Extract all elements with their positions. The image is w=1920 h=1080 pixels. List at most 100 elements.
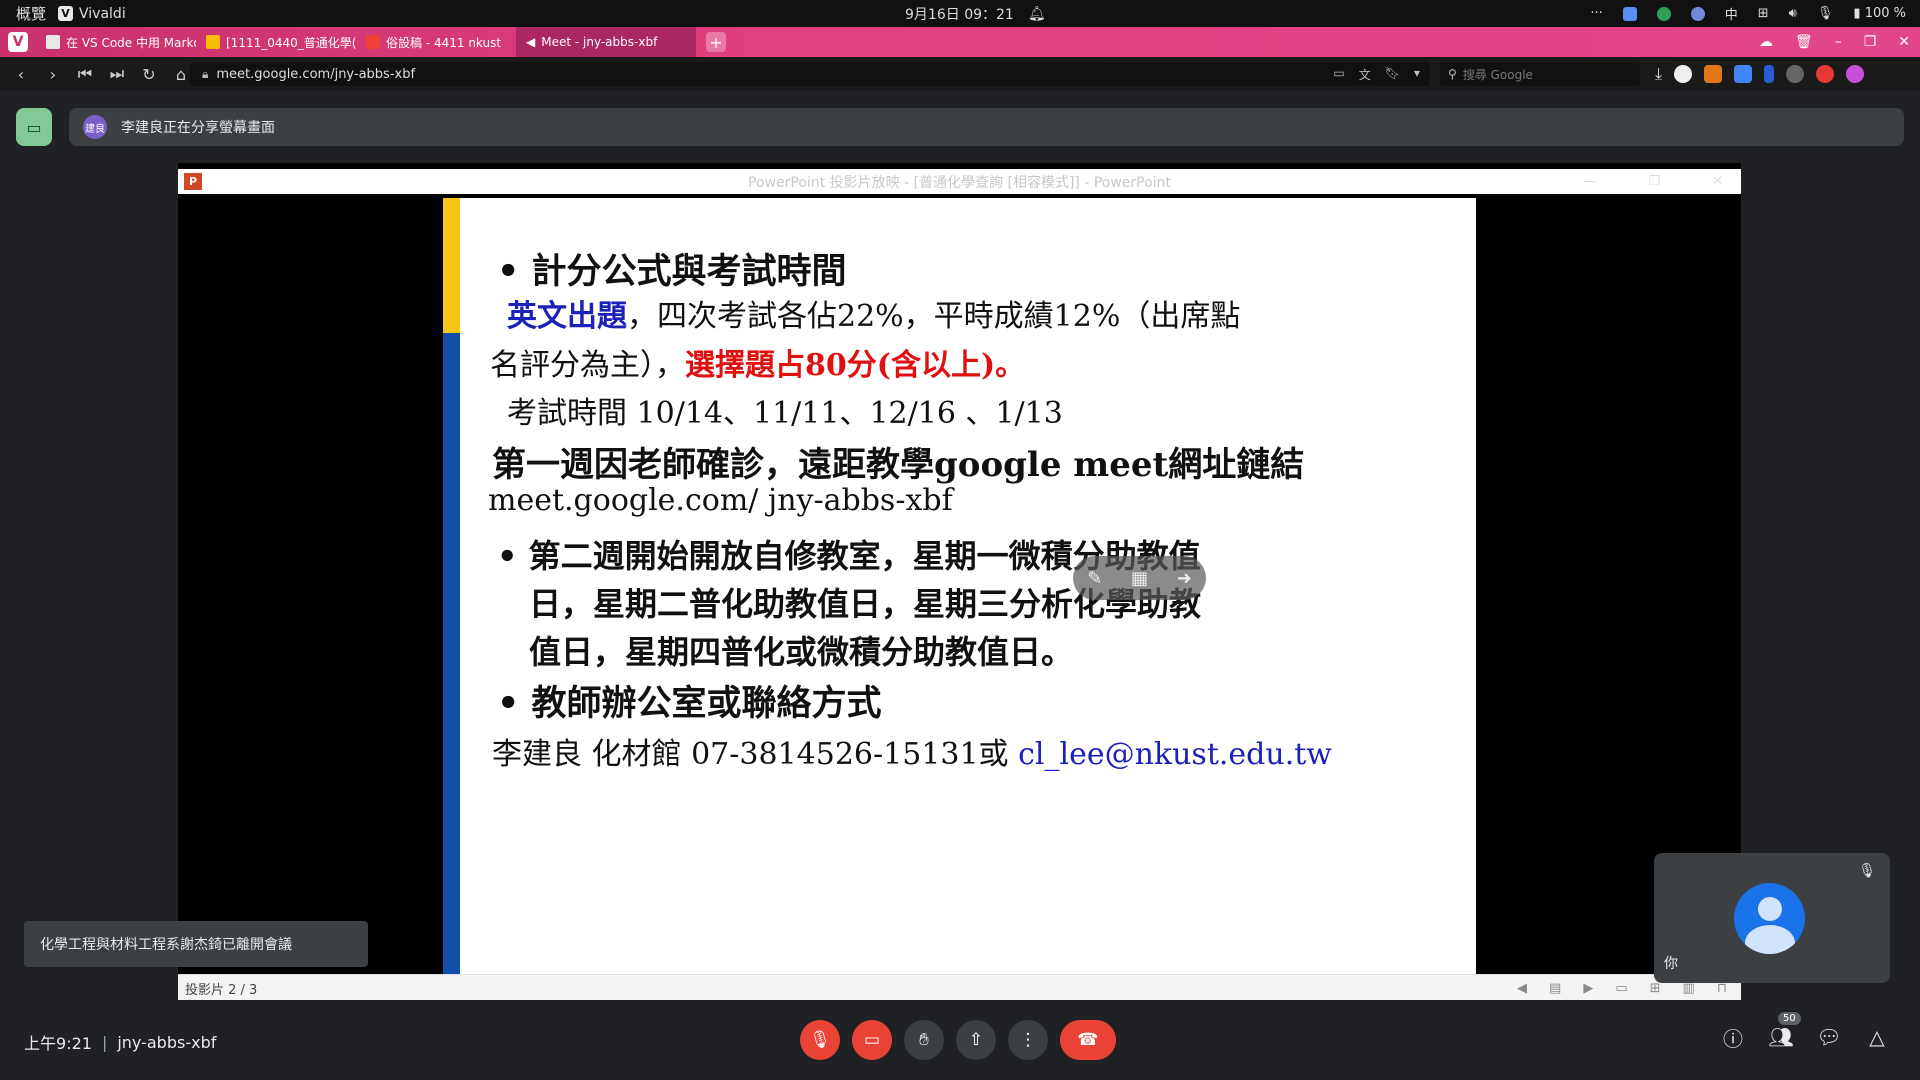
tab-label: 在 VS Code 中用 Markdown: [66, 35, 196, 50]
address-icons: ▭ 文 🔖︎ ▾: [1333, 66, 1420, 83]
search-field[interactable]: ⚲ 搜尋 Google: [1440, 62, 1640, 86]
participant-count-badge: 50: [1778, 1012, 1801, 1025]
address-field[interactable]: 🔒︎ meet.google.com/jny-abbs-xbf ▭ 文 🔖︎ ▾: [190, 62, 1430, 86]
self-name: 你: [1664, 956, 1678, 972]
more-icon[interactable]: ···: [1590, 6, 1602, 21]
dropdown-icon[interactable]: ▾: [1414, 66, 1420, 83]
activities-button[interactable]: 概覽: [16, 3, 46, 24]
meeting-clock: 上午9:21: [24, 1034, 92, 1053]
microphone-icon[interactable]: 🎙︎: [1817, 6, 1834, 21]
fastforward-button[interactable]: ⏭: [106, 63, 128, 85]
raise-hand-button[interactable]: ✋︎: [904, 1020, 944, 1060]
browser-tab-bar: V 在 VS Code 中用 Markdown [1111_0440_普通化學(…: [0, 27, 1920, 57]
people-button[interactable]: 👥︎ 50: [1768, 1012, 1801, 1050]
slides-icon[interactable]: ▦: [1131, 568, 1148, 589]
search-placeholder: 搜尋 Google: [1462, 67, 1533, 82]
forward-circle-icon[interactable]: ➜: [1177, 568, 1192, 589]
camera-icon[interactable]: ▭: [1333, 66, 1344, 83]
ppt-window-controls: — ❐ ✕: [1583, 174, 1723, 189]
ppt-close-icon: ✕: [1712, 174, 1723, 189]
slide-contact-line: 李建良 化材館 07-3814526-15131或 cl_lee@nkust.e…: [492, 729, 1332, 773]
tab-vscode-markdown[interactable]: 在 VS Code 中用 Markdown: [36, 27, 196, 57]
maximize-button[interactable]: ❐: [1864, 34, 1877, 50]
forward-button[interactable]: ›: [42, 63, 64, 85]
menu-icon: ▤: [1549, 980, 1562, 996]
tab-label: [1111_0440_普通化學(一): [226, 35, 356, 50]
more-options-button[interactable]: ⋮: [1008, 1020, 1048, 1060]
powerpoint-icon: P: [184, 173, 202, 190]
back-button[interactable]: ‹: [10, 63, 32, 85]
tab-meet[interactable]: ◀︎ Meet - jny-abbs-xbf: [516, 27, 696, 57]
self-video-tile[interactable]: 🎙︎ 你: [1654, 853, 1890, 983]
trash-icon[interactable]: 🗑︎: [1795, 34, 1813, 50]
slideshow-control-pill[interactable]: ✎ ▦ ➜: [1073, 556, 1206, 600]
slide-line-1-rest: ，四次考試各佔22%，平時成績12%（出席點: [627, 299, 1241, 334]
slide-line-2-black: 名評分為主），: [490, 348, 685, 383]
mic-muted-icon: 🎙︎: [1858, 863, 1876, 879]
slide-line-1: 英文出題，四次考試各佔22%，平時成績12%（出席點: [507, 291, 1240, 335]
pen-icon[interactable]: ✎: [1087, 568, 1102, 589]
home-button[interactable]: ⌂: [170, 63, 192, 85]
cloud-icon[interactable]: ☁: [1759, 34, 1773, 50]
new-tab-button[interactable]: +: [706, 32, 726, 52]
download-icon[interactable]: ⤓: [1655, 64, 1662, 84]
lock-icon: 🔒︎: [202, 66, 209, 81]
microphone-toggle-button[interactable]: 🎙︎: [800, 1020, 840, 1060]
chat-icon: 💬︎: [1816, 1025, 1842, 1049]
prev-slide-icon: ◀: [1517, 980, 1528, 996]
close-button[interactable]: ✕: [1898, 34, 1910, 50]
volume-icon[interactable]: 🔊︎: [1789, 6, 1797, 21]
powerpoint-status-bar: 投影片 2 / 3 ◀ ▤ ▶ ▭ ⊞ ▥ ⊓: [178, 974, 1741, 1000]
ime-indicator[interactable]: 中: [1725, 4, 1738, 23]
reload-button[interactable]: ↻: [138, 63, 160, 85]
system-clock[interactable]: 9月16日 09：21 🔔︎: [905, 0, 1046, 27]
more-vert-icon: ⋮: [1019, 1030, 1037, 1050]
slide-heading-scoring: • 計分公式與考試時間: [497, 251, 847, 292]
metamask-icon[interactable]: [1704, 65, 1723, 83]
tab-draft[interactable]: 俗設稿 - 4411 nkust: [356, 27, 516, 57]
camera-toggle-button[interactable]: ▭: [852, 1020, 892, 1060]
app-tray-icon[interactable]: [1622, 6, 1637, 21]
shield-tray-icon[interactable]: [1656, 6, 1671, 21]
participant-left-toast: 化學工程與材料工程系謝杰錡已離開會議: [24, 921, 368, 967]
profile-avatar[interactable]: [1674, 65, 1693, 83]
slide-red-bullet-3: 值日，星期四普化或微積分助教值日。: [529, 633, 1074, 671]
page-favicon-icon: [46, 35, 60, 49]
bookmark-icon[interactable]: 🔖︎: [1385, 66, 1400, 83]
gmail-icon: [206, 35, 220, 49]
powerpoint-title-bar: P PowerPoint 投影片放映 - [普通化學查詢 [相容模式]] - P…: [178, 169, 1741, 194]
ppt-restore-icon: ❐: [1648, 174, 1661, 189]
present-now-button[interactable]: ⇧: [956, 1020, 996, 1060]
slide-line-2-red: 選擇題占80分(含以上)。: [685, 348, 1026, 383]
slide-exam-dates: 考試時間 10/14、11/11、12/16 、1/13: [507, 396, 1063, 431]
chat-button[interactable]: 💬︎: [1816, 1024, 1842, 1050]
side-controls: ⓘ 👥︎ 50 💬︎ △: [1720, 1012, 1890, 1051]
bolt-ext-icon[interactable]: [1764, 65, 1775, 83]
vivaldi-menu-button[interactable]: V: [8, 32, 28, 52]
english-exam-label: 英文出題: [507, 299, 627, 334]
app-menu[interactable]: V Vivaldi: [58, 6, 126, 22]
ppt-minimize-icon: —: [1583, 174, 1597, 189]
present-screen-icon[interactable]: ▭: [16, 108, 52, 146]
cloud-ext-icon[interactable]: [1786, 65, 1805, 83]
battery-indicator[interactable]: ▮ 100 %: [1853, 6, 1906, 21]
sorter-view-icon: ⊞: [1649, 980, 1661, 996]
activities-panel-button[interactable]: △: [1864, 1024, 1890, 1050]
rewind-button[interactable]: ⏮: [74, 63, 96, 85]
tab-general-chemistry[interactable]: [1111_0440_普通化學(一): [196, 27, 356, 57]
toast-text: 化學工程與材料工程系謝杰錡已離開會議: [40, 937, 292, 953]
color-ext-icon[interactable]: [1846, 65, 1865, 83]
separator: |: [101, 1032, 108, 1052]
translate-icon[interactable]: 文: [1359, 66, 1371, 83]
meeting-details-button[interactable]: ⓘ: [1720, 1024, 1746, 1051]
slide-accent-blue: [443, 333, 460, 974]
flash-ext-icon[interactable]: [1816, 65, 1835, 83]
minimize-button[interactable]: –: [1835, 34, 1842, 50]
address-toolbar: ‹ › ⏮ ⏭ ↻ ⌂ 🔒︎ meet.google.com/jny-abbs-…: [0, 57, 1920, 91]
translate-ext-icon[interactable]: [1734, 65, 1753, 83]
leave-call-button[interactable]: ☎︎: [1060, 1020, 1116, 1060]
meeting-code: jny-abbs-xbf: [117, 1032, 217, 1052]
discord-icon[interactable]: [1690, 6, 1705, 21]
search-icon: ⚲: [1448, 67, 1457, 81]
network-icon[interactable]: ⊞: [1758, 6, 1769, 21]
